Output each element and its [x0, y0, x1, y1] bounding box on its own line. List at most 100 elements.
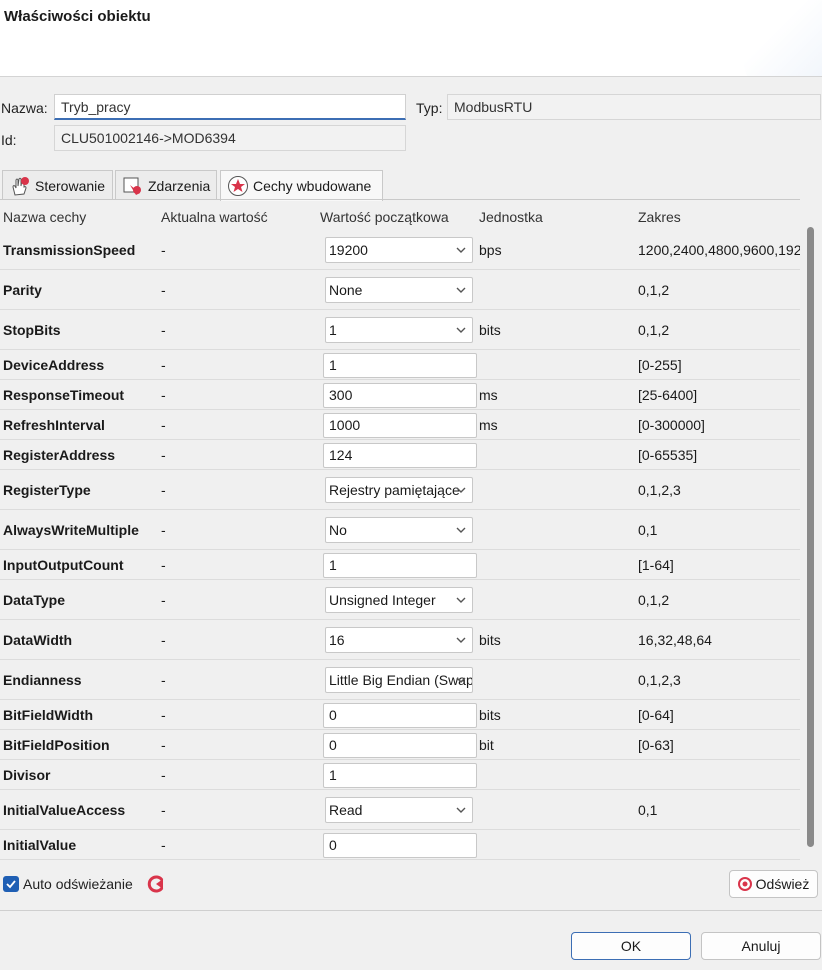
current-value: -: [161, 522, 166, 538]
current-value: -: [161, 632, 166, 648]
range: 0,1,2,3: [638, 672, 681, 688]
property-name: Parity: [3, 282, 42, 298]
table-row: TransmissionSpeed - 19200 bps 1200,2400,4800…: [0, 230, 800, 270]
initial-value-input[interactable]: 124: [323, 443, 477, 468]
table-row: ResponseTimeout - 300 ms [25-6400]: [0, 380, 800, 410]
footer-divider: [0, 910, 822, 911]
current-value: -: [161, 767, 166, 783]
property-name: DataWidth: [3, 632, 73, 648]
initial-value-select[interactable]: No: [325, 517, 473, 543]
table-row: AlwaysWriteMultiple - No 0,1: [0, 510, 800, 550]
table-row: BitFieldWidth - 0 bits [0-64]: [0, 700, 800, 730]
property-name: ResponseTimeout: [3, 387, 125, 403]
current-value: -: [161, 322, 166, 338]
property-name: RegisterType: [3, 482, 91, 498]
refresh-icon: [737, 877, 752, 891]
range: [0-255]: [638, 357, 682, 373]
select-value: 19200: [329, 242, 368, 258]
range: [0-64]: [638, 707, 674, 723]
current-value: -: [161, 242, 166, 258]
range: 0,1: [638, 802, 658, 818]
event-icon: [122, 175, 144, 197]
cancel-button-label: Anuluj: [741, 938, 781, 954]
tab-cechy-wbudowane[interactable]: Cechy wbudowane: [220, 170, 383, 201]
table-row: StopBits - 1 bits 0,1,2: [0, 310, 800, 350]
initial-value-input[interactable]: 0: [323, 703, 477, 728]
initial-value-input[interactable]: 0: [323, 833, 477, 858]
property-name: AlwaysWriteMultiple: [3, 522, 139, 538]
type-field: ModbusRTU: [447, 94, 821, 120]
table-row: RegisterType - Rejestry pamiętające 0,1,2,3: [0, 470, 800, 510]
initial-value-select[interactable]: 1: [325, 317, 473, 343]
column-header-name[interactable]: Nazwa cechy: [3, 209, 86, 225]
initial-value-select[interactable]: Read: [325, 797, 473, 823]
range: [25-6400]: [638, 387, 698, 403]
initial-value-select[interactable]: Unsigned Integer: [325, 587, 473, 613]
current-value: -: [161, 707, 166, 723]
scrollbar-thumb[interactable]: [807, 227, 814, 847]
range: 0,1,2,3: [638, 482, 681, 498]
dialog-title: Właściwości obiektu: [4, 8, 151, 25]
vertical-scrollbar[interactable]: [804, 205, 818, 862]
table-row: RegisterAddress - 124 [0-65535]: [0, 440, 800, 470]
current-value: -: [161, 592, 166, 608]
column-header-range[interactable]: Zakres: [638, 209, 681, 225]
type-label: Typ:: [416, 100, 443, 116]
current-value: -: [161, 482, 166, 498]
table-row: RefreshInterval - 1000 ms [0-300000]: [0, 410, 800, 440]
unit: ms: [479, 417, 498, 433]
unit: bits: [479, 707, 501, 723]
range: 0,1,2: [638, 592, 670, 608]
current-value: -: [161, 387, 166, 403]
property-name: DataType: [3, 592, 65, 608]
table-row: InitialValueAccess - Read 0,1: [0, 790, 800, 830]
select-value: None: [329, 282, 363, 298]
column-header-current[interactable]: Aktualna wartość: [161, 209, 268, 225]
initial-value-select[interactable]: 16: [325, 627, 473, 653]
unit: bits: [479, 632, 501, 648]
property-name: DeviceAddress: [3, 357, 105, 373]
table-row: DeviceAddress - 1 [0-255]: [0, 350, 800, 380]
range: 16,32,48,64: [638, 632, 712, 648]
name-field[interactable]: Tryb_pracy: [54, 94, 406, 120]
property-name: StopBits: [3, 322, 61, 338]
property-name: InputOutputCount: [3, 557, 124, 573]
current-value: -: [161, 357, 166, 373]
range: [0-63]: [638, 737, 674, 753]
initial-value-input[interactable]: 0: [323, 733, 477, 758]
initial-value-input[interactable]: 300: [323, 383, 477, 408]
tab-sterowanie-label: Sterowanie: [35, 177, 106, 194]
property-name: RefreshInterval: [3, 417, 105, 433]
table-row: DataWidth - 16 bits 16,32,48,64: [0, 620, 800, 660]
initial-value-input[interactable]: 1000: [323, 413, 477, 438]
current-value: -: [161, 417, 166, 433]
initial-value-input[interactable]: 1: [323, 553, 477, 578]
checkmark-icon: [6, 880, 16, 889]
table-row: BitFieldPosition - 0 bit [0-63]: [0, 730, 800, 760]
tab-sterowanie[interactable]: Sterowanie: [2, 170, 113, 200]
current-value: -: [161, 557, 166, 573]
refresh-button[interactable]: Odśwież: [729, 870, 818, 898]
initial-value-input[interactable]: 1: [323, 763, 477, 788]
column-header-initial[interactable]: Wartość początkowa: [320, 209, 449, 225]
auto-refresh-icon: [145, 874, 167, 897]
current-value: -: [161, 447, 166, 463]
tab-zdarzenia[interactable]: Zdarzenia: [115, 170, 217, 200]
property-name: RegisterAddress: [3, 447, 116, 463]
auto-refresh-label: Auto odświeżanie: [23, 876, 133, 892]
table-row: Divisor - 1: [0, 760, 800, 790]
initial-value-input[interactable]: 1: [323, 353, 477, 378]
ok-button[interactable]: OK: [571, 932, 691, 960]
initial-value-select[interactable]: Little Big Endian (Swapped): [325, 667, 473, 693]
table-row: InitialValue - 0: [0, 830, 800, 860]
initial-value-select[interactable]: None: [325, 277, 473, 303]
column-header-unit[interactable]: Jednostka: [479, 209, 543, 225]
property-name: Endianness: [3, 672, 82, 688]
cancel-button[interactable]: Anuluj: [701, 932, 821, 960]
hand-icon: [9, 175, 31, 197]
initial-value-select[interactable]: Rejestry pamiętające: [325, 477, 473, 503]
select-value: No: [329, 522, 347, 538]
auto-refresh-checkbox[interactable]: [3, 876, 19, 892]
initial-value-select[interactable]: 19200: [325, 237, 473, 263]
id-label: Id:: [1, 132, 17, 148]
